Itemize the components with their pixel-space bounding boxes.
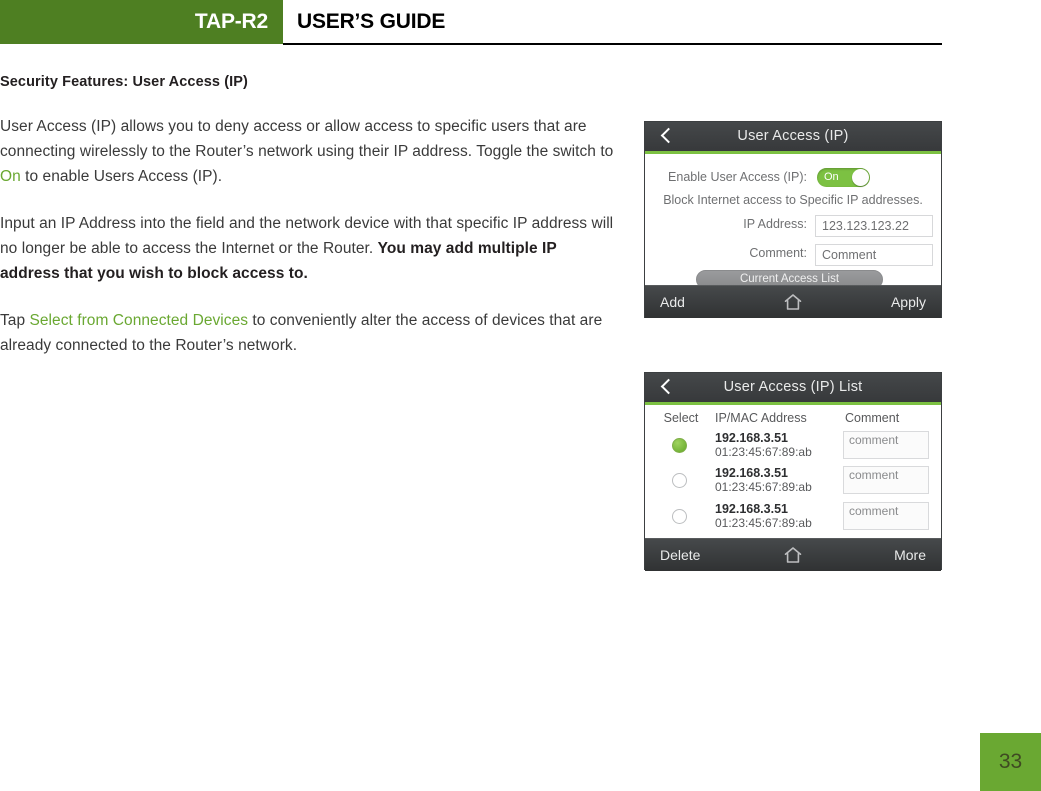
label-ip-address: IP Address: [743,217,807,231]
panel-title-access-list: User Access (IP) List [723,379,863,395]
cell-ip-address: 192.168.3.51 [715,502,788,516]
paragraph-intro-text-b: to enable Users Access (IP). [20,168,223,185]
paragraph-intro-text-a: User Access (IP) allows you to deny acce… [0,118,614,160]
header-divider-rule [283,43,942,45]
cell-comment-input[interactable]: comment [843,502,929,530]
panel-body-access-list: Select IP/MAC Address Comment 192.168.3.… [645,405,941,538]
cell-mac-address: 01:23:45:67:89:ab [715,445,812,459]
table-row[interactable]: 192.168.3.51 01:23:45:67:89:ab comment [645,465,941,498]
panel-body-user-access: Enable User Access (IP): On Block Intern… [645,154,941,289]
cell-mac-address: 01:23:45:67:89:ab [715,516,812,530]
delete-button[interactable]: Delete [660,539,700,571]
label-enable-user-access: Enable User Access (IP): [668,170,807,184]
paragraph-ip-input: Input an IP Address into the field and t… [0,211,615,286]
radio-select-icon[interactable] [672,509,687,524]
hint-block-internet-access: Block Internet access to Specific IP add… [663,193,923,207]
toggle-state-label: On [824,171,839,183]
body-text-column: Security Features: User Access (IP) User… [0,74,615,380]
apply-button[interactable]: Apply [891,286,926,318]
cell-ip-address: 192.168.3.51 [715,466,788,480]
column-header-address: IP/MAC Address [715,411,807,425]
panel-footer-access-list: Delete More [645,538,941,571]
paragraph-connected-devices: Tap Select from Connected Devices to con… [0,308,615,358]
header-guide-title: USER’S GUIDE [297,10,446,33]
add-button[interactable]: Add [660,286,685,318]
column-header-select: Select [663,411,699,425]
screenshot-user-access-ip-list: User Access (IP) List Select IP/MAC Addr… [644,372,942,571]
table-row[interactable]: 192.168.3.51 01:23:45:67:89:ab comment [645,430,941,463]
home-icon[interactable] [783,546,803,564]
home-icon[interactable] [783,293,803,311]
table-row[interactable]: 192.168.3.51 01:23:45:67:89:ab comment [645,501,941,534]
panel-titlebar-access-list: User Access (IP) List [645,373,941,405]
cell-ip-address: 192.168.3.51 [715,431,788,445]
page-number: 33 [998,750,1023,773]
screenshot-user-access-ip: User Access (IP) Enable User Access (IP)… [644,121,942,318]
column-header-comment: Comment [845,411,900,425]
header-model-name: TAP-R2 [194,10,268,33]
cell-mac-address: 01:23:45:67:89:ab [715,480,812,494]
comment-input[interactable]: Comment [815,244,933,266]
more-button[interactable]: More [894,539,926,571]
paragraph-intro-accent-on: On [0,168,21,185]
paragraph-intro: User Access (IP) allows you to deny acce… [0,114,615,189]
page-number-badge: 33 [980,733,1041,791]
radio-select-icon[interactable] [672,438,687,453]
paragraph-connected-devices-text-a: Tap [0,312,30,329]
table-header-row: Select IP/MAC Address Comment [645,411,941,427]
page-title: Security Features: User Access (IP) [0,74,248,90]
ip-address-input[interactable]: 123.123.123.22 [815,215,933,237]
paragraph-connected-devices-accent-link: Select from Connected Devices [29,312,249,329]
panel-title-user-access: User Access (IP) [737,128,849,144]
panel-titlebar-user-access: User Access (IP) [645,122,941,154]
cell-comment-input[interactable]: comment [843,466,929,494]
cell-comment-input[interactable]: comment [843,431,929,459]
label-comment: Comment: [749,246,807,260]
toggle-knob [852,169,869,186]
radio-select-icon[interactable] [672,473,687,488]
document-header: TAP-R2 USER’S GUIDE [0,0,1041,45]
toggle-enable-user-access[interactable]: On [817,168,870,187]
panel-footer-user-access: Add Apply [645,285,941,318]
